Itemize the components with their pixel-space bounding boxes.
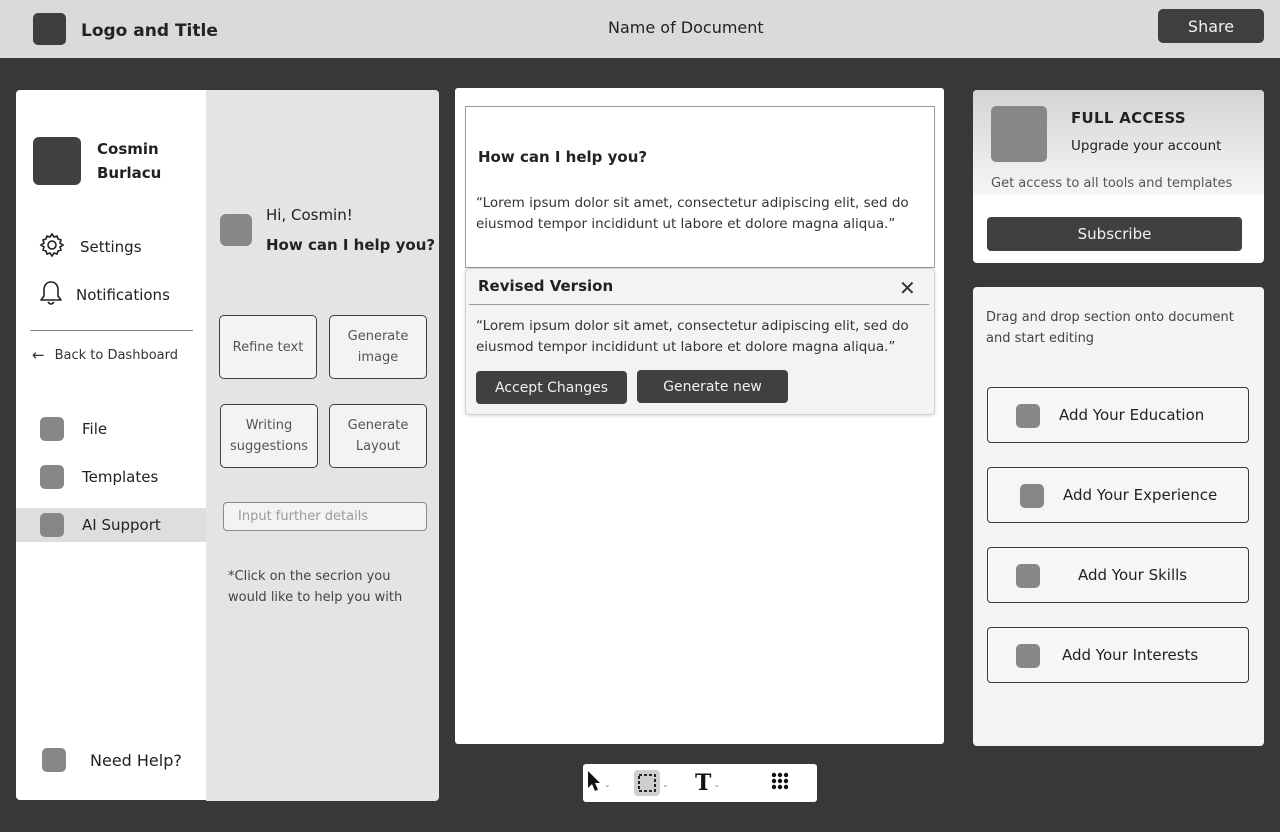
upgrade-card: FULL ACCESS Upgrade your account Get acc… [973,90,1264,263]
chevron-down-icon: ⌄ [662,779,669,789]
sections-description: Drag and drop section onto document and … [986,310,1234,346]
sections-panel: Drag and drop section onto document and … [973,287,1264,746]
ai-support-icon [40,513,64,537]
assistant-greeting: Hi, Cosmin! [266,206,353,224]
document-section[interactable] [465,106,935,268]
upgrade-description: Get access to all tools and templates [991,176,1233,191]
text-icon: T [695,770,712,796]
sidebar-item-label: Templates [82,468,159,486]
sidebar-item-file[interactable]: File [16,412,206,446]
sidebar: Cosmin Burlacu Settings Notifications ← … [16,90,206,800]
sidebar-item-templates[interactable]: Templates [16,460,206,494]
chevron-down-icon: ⌄ [604,779,611,789]
document-name[interactable]: Name of Document [608,18,764,37]
section-label: Add Your Education [1059,406,1205,424]
divider [30,330,193,331]
education-icon [1016,404,1040,428]
back-label: Back to Dashboard [54,347,178,363]
revised-title: Revised Version [478,277,614,295]
skills-icon [1016,564,1040,588]
subscribe-button[interactable]: Subscribe [987,217,1242,251]
details-input[interactable] [223,502,427,531]
need-help-link[interactable]: Need Help? [42,748,182,772]
tool-bar: ⌄ ⌄ T ⌄ [583,764,817,802]
settings-link[interactable]: Settings [38,231,142,263]
upgrade-subtitle: Upgrade your account [1071,138,1222,154]
assistant-question: How can I help you? [266,236,436,254]
section-label: Add Your Interests [1062,646,1199,664]
back-to-dashboard-link[interactable]: ← Back to Dashboard [32,346,178,364]
add-experience-section[interactable]: Add Your Experience [987,467,1249,523]
arrow-left-icon: ← [32,346,45,364]
section-label: Add Your Skills [1078,566,1188,584]
sidebar-item-ai-support[interactable]: AI Support [16,508,206,542]
section-label: Add Your Experience [1063,486,1218,504]
close-icon[interactable]: ✕ [899,277,916,299]
top-bar: Logo and Title Name of Document Share [0,0,1280,58]
helper-note: *Click on the secrion you would like to … [228,569,403,605]
share-button[interactable]: Share [1158,9,1264,43]
interests-icon [1016,644,1040,668]
marquee-select-icon [634,770,660,796]
add-education-section[interactable]: Add Your Education [987,387,1249,443]
user-name: Cosmin Burlacu [97,140,162,182]
chevron-down-icon: ⌄ [713,779,721,789]
file-icon [40,417,64,441]
add-skills-section[interactable]: Add Your Skills [987,547,1249,603]
app-title: Logo and Title [81,21,218,41]
notifications-label: Notifications [76,286,170,304]
document-paragraph[interactable]: “Lorem ipsum dolor sit amet, consectetur… [476,193,921,235]
help-icon [42,748,66,772]
document-heading[interactable]: How can I help you? [478,148,647,166]
logo-icon[interactable] [33,13,66,45]
upgrade-icon [991,106,1047,162]
cursor-arrow-icon [586,770,602,796]
avatar[interactable] [33,137,81,185]
select-tool[interactable]: ⌄ [634,764,669,802]
generate-layout-button[interactable]: Generate Layout [329,404,427,468]
templates-icon [40,465,64,489]
experience-icon [1020,484,1044,508]
revised-paragraph: “Lorem ipsum dolor sit amet, consectetur… [476,318,909,355]
document-canvas[interactable]: How can I help you? “Lorem ipsum dolor s… [455,88,944,744]
accept-changes-button[interactable]: Accept Changes [476,371,627,404]
add-interests-section[interactable]: Add Your Interests [987,627,1249,683]
need-help-label: Need Help? [90,750,182,770]
sidebar-item-label: File [82,420,108,438]
grid-dots-icon [770,771,790,795]
sidebar-item-label: AI Support [82,516,161,534]
ai-support-panel: Hi, Cosmin! How can I help you? Refine t… [206,90,439,801]
revised-version-popup: Revised Version ✕ “Lorem ipsum dolor sit… [465,268,935,415]
writing-suggestions-button[interactable]: Writing suggestions [220,404,318,468]
pointer-tool[interactable]: ⌄ [586,764,611,802]
generate-image-button[interactable]: Generate image [329,315,427,379]
divider [469,304,929,305]
refine-text-button[interactable]: Refine text [219,315,317,379]
assistant-avatar [220,214,252,246]
text-tool[interactable]: T ⌄ [695,764,720,802]
generate-new-button[interactable]: Generate new [637,370,788,403]
gear-icon [38,231,66,263]
settings-label: Settings [80,238,142,256]
notifications-link[interactable]: Notifications [38,279,170,311]
bell-icon [38,279,64,311]
upgrade-title: FULL ACCESS [1071,109,1186,127]
grid-tool[interactable] [770,764,790,802]
